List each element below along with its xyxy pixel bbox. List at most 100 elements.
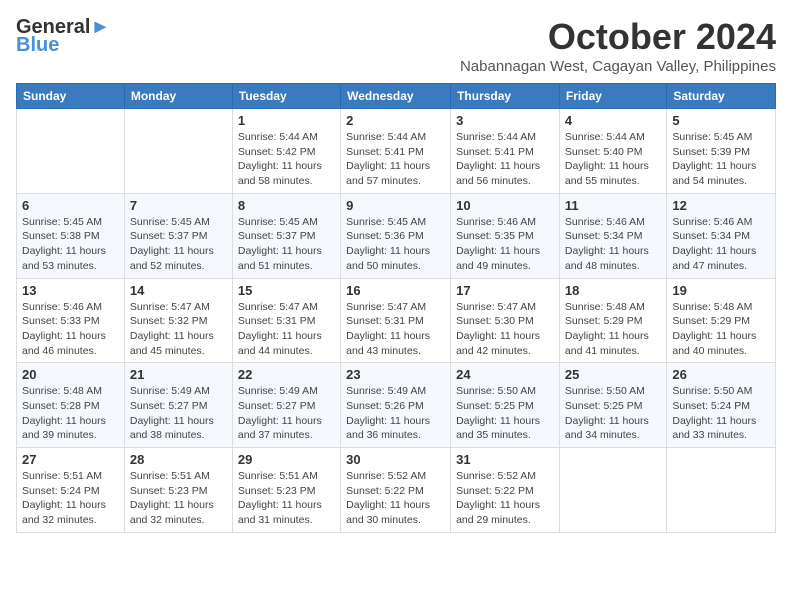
- day-info: Sunrise: 5:45 AMSunset: 5:37 PMDaylight:…: [238, 215, 335, 274]
- day-cell: 29Sunrise: 5:51 AMSunset: 5:23 PMDayligh…: [232, 448, 340, 533]
- day-info: Sunrise: 5:47 AMSunset: 5:32 PMDaylight:…: [130, 300, 227, 359]
- day-number: 13: [22, 283, 119, 298]
- day-number: 24: [456, 367, 554, 382]
- day-cell: 9 Sunrise: 5:45 AMSunset: 5:36 PMDaylight…: [341, 193, 451, 278]
- header-friday: Friday: [559, 84, 666, 109]
- day-number: 23: [346, 367, 445, 382]
- day-info: Sunrise: 5:48 AMSunset: 5:28 PMDaylight:…: [22, 384, 119, 443]
- day-cell: 28 Sunrise: 5:51 AMSunset: 5:23 PMDayligh…: [124, 448, 232, 533]
- day-number: 10: [456, 198, 554, 213]
- day-cell: 10 Sunrise: 5:46 AMSunset: 5:35 PMDayligh…: [451, 193, 560, 278]
- day-cell: 20 Sunrise: 5:48 AMSunset: 5:28 PMDayligh…: [17, 363, 125, 448]
- day-cell: 2 Sunrise: 5:44 AMSunset: 5:41 PMDaylight…: [341, 109, 451, 194]
- day-number: 3: [456, 113, 554, 128]
- location-title: Nabannagan West, Cagayan Valley, Philipp…: [460, 58, 776, 75]
- day-number: 17: [456, 283, 554, 298]
- day-info: Sunrise: 5:47 AMSunset: 5:30 PMDaylight:…: [456, 300, 554, 359]
- day-number: 1: [238, 113, 335, 128]
- day-cell: [667, 448, 776, 533]
- calendar-table: SundayMondayTuesdayWednesdayThursdayFrid…: [16, 83, 776, 533]
- day-cell: 18 Sunrise: 5:48 AMSunset: 5:29 PMDayligh…: [559, 278, 666, 363]
- day-cell: 1 Sunrise: 5:44 AMSunset: 5:42 PMDaylight…: [232, 109, 340, 194]
- day-number: 16: [346, 283, 445, 298]
- day-info: Sunrise: 5:45 AMSunset: 5:37 PMDaylight:…: [130, 215, 227, 274]
- day-info: Sunrise: 5:51 AMSunset: 5:23 PMDaylight:…: [238, 469, 335, 528]
- day-number: 7: [130, 198, 227, 213]
- day-info: Sunrise: 5:44 AMSunset: 5:41 PMDaylight:…: [346, 130, 445, 189]
- day-cell: 27Sunrise: 5:51 AMSunset: 5:24 PMDayligh…: [17, 448, 125, 533]
- day-number: 9: [346, 198, 445, 213]
- day-info: Sunrise: 5:48 AMSunset: 5:29 PMDaylight:…: [672, 300, 770, 359]
- day-cell: [17, 109, 125, 194]
- day-info: Sunrise: 5:49 AMSunset: 5:27 PMDaylight:…: [238, 384, 335, 443]
- week-row-1: 1 Sunrise: 5:44 AMSunset: 5:42 PMDaylight…: [17, 109, 776, 194]
- day-info: Sunrise: 5:45 AMSunset: 5:39 PMDaylight:…: [672, 130, 770, 189]
- day-cell: 5 Sunrise: 5:45 AMSunset: 5:39 PMDaylight…: [667, 109, 776, 194]
- day-cell: 26Sunrise: 5:50 AMSunset: 5:24 PMDayligh…: [667, 363, 776, 448]
- day-info: Sunrise: 5:48 AMSunset: 5:29 PMDaylight:…: [565, 300, 661, 359]
- day-info: Sunrise: 5:47 AMSunset: 5:31 PMDaylight:…: [346, 300, 445, 359]
- day-cell: 31Sunrise: 5:52 AMSunset: 5:22 PMDayligh…: [451, 448, 560, 533]
- day-number: 4: [565, 113, 661, 128]
- day-number: 14: [130, 283, 227, 298]
- week-row-4: 20 Sunrise: 5:48 AMSunset: 5:28 PMDayligh…: [17, 363, 776, 448]
- day-number: 25: [565, 367, 661, 382]
- day-cell: 6 Sunrise: 5:45 AMSunset: 5:38 PMDaylight…: [17, 193, 125, 278]
- header-wednesday: Wednesday: [341, 84, 451, 109]
- day-cell: 3 Sunrise: 5:44 AMSunset: 5:41 PMDaylight…: [451, 109, 560, 194]
- week-row-2: 6 Sunrise: 5:45 AMSunset: 5:38 PMDaylight…: [17, 193, 776, 278]
- day-cell: 23 Sunrise: 5:49 AMSunset: 5:26 PMDayligh…: [341, 363, 451, 448]
- day-cell: 11Sunrise: 5:46 AMSunset: 5:34 PMDayligh…: [559, 193, 666, 278]
- day-cell: 21Sunrise: 5:49 AMSunset: 5:27 PMDayligh…: [124, 363, 232, 448]
- day-info: Sunrise: 5:45 AMSunset: 5:38 PMDaylight:…: [22, 215, 119, 274]
- logo: General► Blue: [16, 16, 110, 57]
- page-header: General► Blue October 2024 Nabannagan We…: [16, 16, 776, 75]
- day-info: Sunrise: 5:45 AMSunset: 5:36 PMDaylight:…: [346, 215, 445, 274]
- day-cell: 15Sunrise: 5:47 AMSunset: 5:31 PMDayligh…: [232, 278, 340, 363]
- day-cell: 4 Sunrise: 5:44 AMSunset: 5:40 PMDaylight…: [559, 109, 666, 194]
- day-number: 26: [672, 367, 770, 382]
- day-cell: 13 Sunrise: 5:46 AMSunset: 5:33 PMDayligh…: [17, 278, 125, 363]
- header-sunday: Sunday: [17, 84, 125, 109]
- day-info: Sunrise: 5:44 AMSunset: 5:41 PMDaylight:…: [456, 130, 554, 189]
- day-info: Sunrise: 5:50 AMSunset: 5:25 PMDaylight:…: [456, 384, 554, 443]
- day-info: Sunrise: 5:49 AMSunset: 5:26 PMDaylight:…: [346, 384, 445, 443]
- day-cell: 22 Sunrise: 5:49 AMSunset: 5:27 PMDayligh…: [232, 363, 340, 448]
- day-number: 5: [672, 113, 770, 128]
- week-row-3: 13 Sunrise: 5:46 AMSunset: 5:33 PMDayligh…: [17, 278, 776, 363]
- day-cell: 7 Sunrise: 5:45 AMSunset: 5:37 PMDaylight…: [124, 193, 232, 278]
- day-number: 12: [672, 198, 770, 213]
- day-info: Sunrise: 5:52 AMSunset: 5:22 PMDaylight:…: [346, 469, 445, 528]
- day-number: 27: [22, 452, 119, 467]
- day-number: 20: [22, 367, 119, 382]
- day-number: 2: [346, 113, 445, 128]
- day-number: 28: [130, 452, 227, 467]
- day-info: Sunrise: 5:46 AMSunset: 5:35 PMDaylight:…: [456, 215, 554, 274]
- day-cell: 19Sunrise: 5:48 AMSunset: 5:29 PMDayligh…: [667, 278, 776, 363]
- day-cell: [559, 448, 666, 533]
- header-thursday: Thursday: [451, 84, 560, 109]
- day-number: 11: [565, 198, 661, 213]
- day-info: Sunrise: 5:44 AMSunset: 5:40 PMDaylight:…: [565, 130, 661, 189]
- day-number: 22: [238, 367, 335, 382]
- day-number: 6: [22, 198, 119, 213]
- day-info: Sunrise: 5:50 AMSunset: 5:25 PMDaylight:…: [565, 384, 661, 443]
- calendar-header-row: SundayMondayTuesdayWednesdayThursdayFrid…: [17, 84, 776, 109]
- day-cell: [124, 109, 232, 194]
- day-info: Sunrise: 5:46 AMSunset: 5:33 PMDaylight:…: [22, 300, 119, 359]
- day-cell: 24 Sunrise: 5:50 AMSunset: 5:25 PMDayligh…: [451, 363, 560, 448]
- day-cell: 25 Sunrise: 5:50 AMSunset: 5:25 PMDayligh…: [559, 363, 666, 448]
- day-number: 18: [565, 283, 661, 298]
- day-number: 8: [238, 198, 335, 213]
- month-title: October 2024: [460, 16, 776, 58]
- day-cell: 8 Sunrise: 5:45 AMSunset: 5:37 PMDaylight…: [232, 193, 340, 278]
- day-info: Sunrise: 5:52 AMSunset: 5:22 PMDaylight:…: [456, 469, 554, 528]
- day-number: 15: [238, 283, 335, 298]
- day-info: Sunrise: 5:51 AMSunset: 5:23 PMDaylight:…: [130, 469, 227, 528]
- day-cell: 30Sunrise: 5:52 AMSunset: 5:22 PMDayligh…: [341, 448, 451, 533]
- title-section: October 2024 Nabannagan West, Cagayan Va…: [460, 16, 776, 75]
- day-info: Sunrise: 5:44 AMSunset: 5:42 PMDaylight:…: [238, 130, 335, 189]
- day-info: Sunrise: 5:49 AMSunset: 5:27 PMDaylight:…: [130, 384, 227, 443]
- day-cell: 14 Sunrise: 5:47 AMSunset: 5:32 PMDayligh…: [124, 278, 232, 363]
- day-cell: 12Sunrise: 5:46 AMSunset: 5:34 PMDayligh…: [667, 193, 776, 278]
